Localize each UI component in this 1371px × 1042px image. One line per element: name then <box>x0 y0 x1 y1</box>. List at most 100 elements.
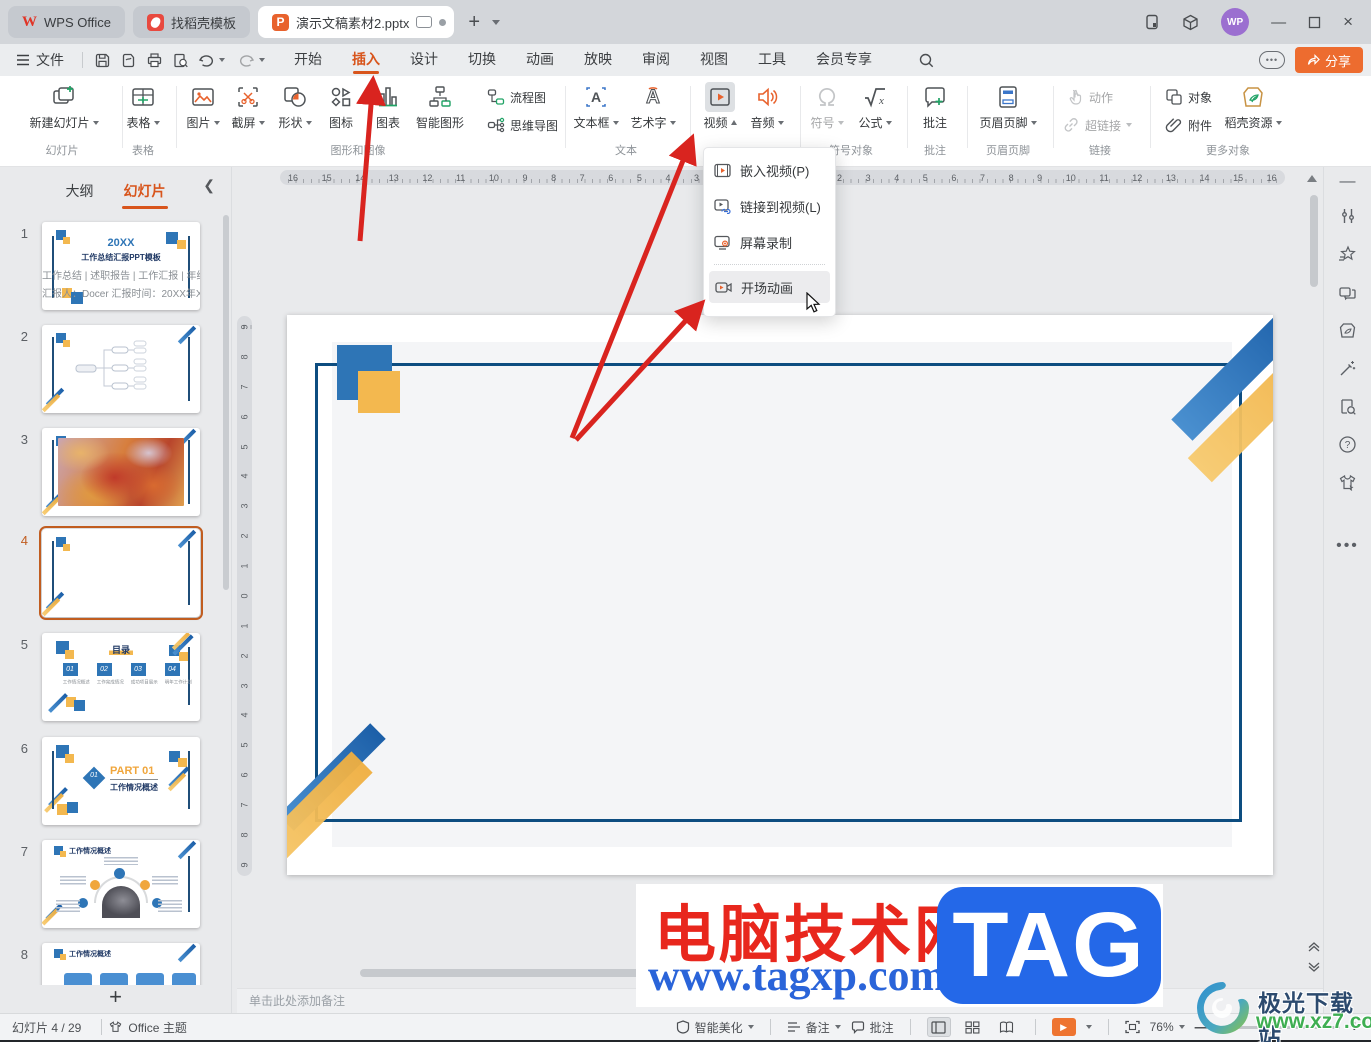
menu-tab-0[interactable]: 开始 <box>279 44 337 76</box>
close-button[interactable]: × <box>1343 12 1353 32</box>
object-button[interactable]: 对象 <box>1165 88 1212 106</box>
symbol-button[interactable]: 符号 <box>803 82 851 131</box>
textbox-button[interactable]: A 文本框 <box>567 82 625 131</box>
comment-button-status[interactable]: 批注 <box>851 1019 894 1036</box>
menu-tab-1[interactable]: 插入 <box>337 44 395 76</box>
print-button[interactable] <box>141 48 167 72</box>
mindmap-button[interactable]: 思维导图 <box>487 116 558 134</box>
print-preview-button[interactable] <box>167 48 193 72</box>
user-avatar[interactable]: WP <box>1221 8 1250 36</box>
maximize-button[interactable] <box>1308 16 1321 29</box>
menu-item-embed-video[interactable]: 嵌入视频(P) <box>704 152 835 188</box>
transition-pane-icon[interactable] <box>1324 273 1371 311</box>
redo-button[interactable] <box>233 48 259 72</box>
export-button[interactable] <box>115 48 141 72</box>
menu-tab-9[interactable]: 会员专享 <box>801 44 887 76</box>
menu-item-link-video[interactable]: 链接到视频(L) <box>704 188 835 224</box>
docer-resource-button[interactable]: 稻壳资源 <box>1215 82 1291 131</box>
slide-thumbnail-5[interactable]: 目录 01 工作情况概述 02 工作完成情况 03 成功项目展示 04 明年工作… <box>42 633 200 721</box>
slide-thumbnail-4-selected[interactable] <box>39 526 203 620</box>
menu-tab-7[interactable]: 视图 <box>685 44 743 76</box>
menu-tab-3[interactable]: 切换 <box>453 44 511 76</box>
find-replace-icon[interactable] <box>1324 387 1371 425</box>
comment-button[interactable]: 批注 <box>913 82 957 131</box>
slideshow-play-button[interactable]: ▶ <box>1051 1018 1076 1036</box>
hyperlink-button[interactable]: 超链接 <box>1062 116 1133 134</box>
slide-thumbnail-8[interactable]: 工作情况概述 <box>42 943 200 985</box>
tab-document[interactable]: P 演示文稿素材2.pptx <box>257 6 455 38</box>
slide-thumbnail-6[interactable]: 01 PART 01 工作情况概述 <box>42 737 200 825</box>
slide-sorter-view-button[interactable] <box>961 1017 985 1037</box>
redo-chevron-icon[interactable] <box>259 58 265 62</box>
smart-beautify-button[interactable]: 智能美化 <box>676 1019 754 1036</box>
object-properties-icon[interactable] <box>1324 197 1371 235</box>
flowchart-button[interactable]: 流程图 <box>487 88 546 106</box>
icon-library-button[interactable]: 图标 <box>319 82 363 131</box>
tab-docer-template[interactable]: 找稻壳模板 <box>132 6 250 38</box>
search-button[interactable] <box>913 48 939 72</box>
menu-tab-6[interactable]: 审阅 <box>627 44 685 76</box>
menu-item-screen-record[interactable]: 屏幕录制 <box>704 224 835 260</box>
fit-to-window-icon[interactable] <box>1124 1020 1140 1034</box>
slide-thumbnail-7[interactable]: 工作情况概述 <box>42 840 200 928</box>
new-slide-button[interactable]: 新建幻灯片 <box>14 82 114 131</box>
smart-beautify-icon[interactable] <box>1324 349 1371 387</box>
attachment-button[interactable]: 附件 <box>1165 116 1212 134</box>
tab-slides[interactable]: 幻灯片 <box>121 179 168 209</box>
new-tab-button[interactable]: + <box>468 11 480 34</box>
normal-view-button[interactable] <box>926 1017 951 1037</box>
menu-tab-8[interactable]: 工具 <box>743 44 801 76</box>
help-icon[interactable]: ? <box>1324 425 1371 463</box>
tagxp-watermark: 电脑技术网 www.tagxp.com TAG <box>636 884 1163 1007</box>
menu-tab-5[interactable]: 放映 <box>569 44 627 76</box>
save-button[interactable] <box>89 48 115 72</box>
deco-stripe <box>177 529 197 549</box>
tab-wps-office[interactable]: W WPS Office <box>8 6 125 38</box>
add-slide-button[interactable]: + <box>0 984 231 1009</box>
audio-button[interactable]: 音频 <box>743 82 791 131</box>
shapes-button[interactable]: 形状 <box>268 82 322 131</box>
app-center-icon[interactable] <box>1182 14 1199 31</box>
tab-outline[interactable]: 大纲 <box>64 179 96 203</box>
minimize-button[interactable]: — <box>1271 14 1286 31</box>
play-options-chevron-icon[interactable] <box>1085 1025 1092 1029</box>
panel-scrollbar[interactable] <box>223 215 229 590</box>
slide-thumbnail-3[interactable] <box>42 428 200 516</box>
slide-editing-surface[interactable] <box>287 315 1273 875</box>
tab-list-chevron-icon[interactable] <box>492 19 501 25</box>
collapse-ribbon-icon[interactable]: — <box>1324 167 1371 197</box>
text-blob <box>104 857 138 865</box>
monitor-icon[interactable] <box>416 16 433 28</box>
skin-settings-icon[interactable] <box>1324 463 1371 501</box>
video-button[interactable]: 视频 <box>696 82 744 131</box>
undo-button[interactable] <box>193 48 219 72</box>
slide-thumbnail-1[interactable]: 20XX 工作总结汇报PPT模板 工作总结 | 述职报告 | 工作汇报 | 年终… <box>42 222 200 310</box>
action-button[interactable]: 动作 <box>1066 88 1113 106</box>
next-slide-button[interactable] <box>1308 962 1320 972</box>
undo-chevron-icon[interactable] <box>219 58 225 62</box>
screenshot-button[interactable]: 截屏 <box>221 82 275 131</box>
notes-button[interactable]: 备注 <box>787 1019 841 1036</box>
more-tools-icon[interactable]: ••• <box>1324 527 1371 565</box>
menu-tab-4[interactable]: 动画 <box>511 44 569 76</box>
smart-graphic-button[interactable]: 智能图形 <box>404 82 476 131</box>
share-button[interactable]: 分享 <box>1294 47 1363 73</box>
header-footer-button[interactable]: 页眉页脚 <box>972 82 1044 131</box>
animation-pane-icon[interactable] <box>1324 235 1371 273</box>
vertical-scrollbar[interactable] <box>1310 195 1318 287</box>
theme-button[interactable]: Office 主题 <box>108 1019 187 1036</box>
formula-button[interactable]: x 公式 <box>851 82 899 131</box>
menu-tab-2[interactable]: 设计 <box>395 44 453 76</box>
mobile-device-icon[interactable] <box>1144 14 1160 30</box>
table-button[interactable]: 表格 <box>115 82 171 131</box>
reading-view-button[interactable] <box>995 1017 1019 1037</box>
zoom-level[interactable]: 76% <box>1150 1020 1185 1034</box>
docer-resource-pane-icon[interactable] <box>1324 311 1371 349</box>
more-cloud-icon[interactable]: ••• <box>1258 51 1285 69</box>
panel-collapse-icon[interactable]: ❮ <box>203 177 215 194</box>
scroll-up-icon[interactable] <box>1307 175 1317 182</box>
slide-thumbnail-2[interactable] <box>42 325 200 413</box>
previous-slide-button[interactable] <box>1308 942 1320 952</box>
wordart-button[interactable]: A 艺术字 <box>622 82 684 131</box>
file-menu-button[interactable]: 文件 <box>0 50 76 70</box>
